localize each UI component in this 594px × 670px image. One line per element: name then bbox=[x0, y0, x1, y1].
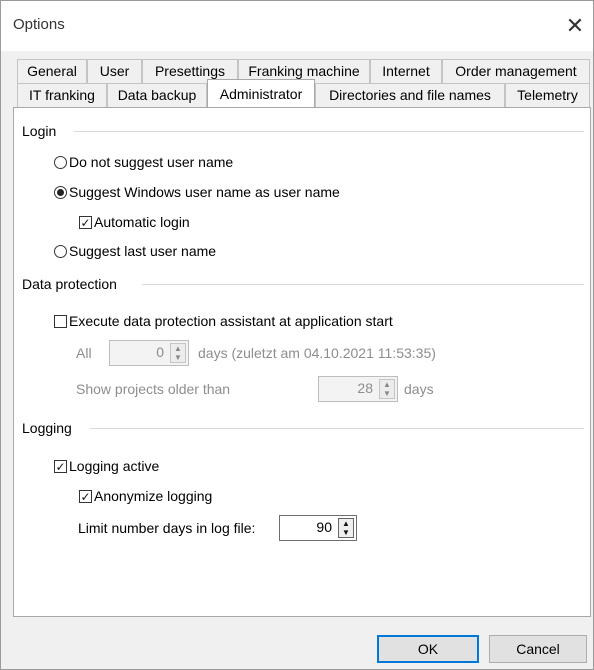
ok-button[interactable]: OK bbox=[377, 635, 479, 663]
radio-icon bbox=[54, 244, 67, 258]
all-label: All bbox=[76, 345, 92, 361]
tab-general[interactable]: General bbox=[17, 59, 87, 83]
login-divider bbox=[74, 131, 584, 132]
checkbox-automatic-login[interactable]: Automatic login bbox=[79, 214, 190, 230]
radio-do-not-suggest[interactable]: Do not suggest user name bbox=[54, 154, 233, 170]
close-icon[interactable]: ✕ bbox=[561, 12, 589, 40]
radio-label: Do not suggest user name bbox=[69, 154, 234, 170]
radio-suggest-last-user[interactable]: Suggest last user name bbox=[54, 243, 216, 259]
tab-it-franking[interactable]: IT franking bbox=[17, 83, 107, 107]
checkbox-data-protection-assistant[interactable]: Execute data protection assistant at app… bbox=[54, 313, 393, 329]
log-days-label: Limit number days in log file: bbox=[78, 520, 256, 536]
tab-directories-and-file-names[interactable]: Directories and file names bbox=[315, 83, 505, 107]
tab-data-backup[interactable]: Data backup bbox=[107, 83, 207, 107]
checkbox-icon bbox=[54, 314, 67, 328]
tab-telemetry[interactable]: Telemetry bbox=[505, 83, 590, 107]
window-title: Options bbox=[13, 16, 65, 33]
checkbox-logging-active[interactable]: Logging active bbox=[54, 458, 159, 474]
radio-suggest-windows-user[interactable]: Suggest Windows user name as user name bbox=[54, 184, 340, 200]
log-days-value: 90 bbox=[316, 519, 332, 535]
tab-internet[interactable]: Internet bbox=[370, 59, 442, 83]
checkbox-label: Execute data protection assistant at app… bbox=[69, 313, 393, 329]
tab-row-2: IT franking Data backup Administrator Di… bbox=[1, 79, 593, 107]
checkbox-checked-icon bbox=[54, 459, 67, 473]
all-days-stepper[interactable]: 0 ▲ ▼ bbox=[109, 340, 189, 366]
checkbox-label: Automatic login bbox=[94, 214, 190, 230]
days-note: days (zuletzt am 04.10.2021 11:53:35) bbox=[198, 345, 436, 361]
tab-user[interactable]: User bbox=[87, 59, 142, 83]
all-days-value: 0 bbox=[156, 344, 164, 360]
stepper-arrows-icon[interactable]: ▲ ▼ bbox=[170, 343, 186, 363]
older-than-unit: days bbox=[404, 381, 434, 397]
logging-divider bbox=[90, 428, 584, 429]
stepper-arrows-icon[interactable]: ▲ ▼ bbox=[379, 379, 395, 399]
radio-label: Suggest last user name bbox=[69, 243, 217, 259]
logging-group-title: Logging bbox=[22, 420, 78, 436]
radio-label: Suggest Windows user name as user name bbox=[69, 184, 340, 200]
tab-order-management[interactable]: Order management bbox=[442, 59, 590, 83]
options-dialog: Options ✕ General User Presettings Frank… bbox=[0, 0, 594, 670]
tab-panel-administrator: Login Do not suggest user name Suggest W… bbox=[13, 107, 591, 617]
checkbox-label: Anonymize logging bbox=[94, 488, 213, 504]
login-group-title: Login bbox=[22, 123, 63, 139]
data-protection-group-title: Data protection bbox=[22, 276, 123, 292]
older-than-stepper[interactable]: 28 ▲ ▼ bbox=[318, 376, 398, 402]
older-than-value: 28 bbox=[357, 380, 373, 396]
radio-selected-icon bbox=[54, 185, 67, 199]
title-bar: Options ✕ bbox=[1, 1, 593, 51]
checkbox-checked-icon bbox=[79, 489, 92, 503]
log-days-stepper[interactable]: 90 ▲ ▼ bbox=[279, 515, 357, 541]
checkbox-label: Logging active bbox=[69, 458, 160, 474]
checkbox-anonymize-logging[interactable]: Anonymize logging bbox=[79, 488, 212, 504]
checkbox-checked-icon bbox=[79, 215, 92, 229]
data-protection-divider bbox=[142, 284, 584, 285]
tab-administrator[interactable]: Administrator bbox=[207, 79, 315, 107]
cancel-button[interactable]: Cancel bbox=[489, 635, 587, 663]
radio-icon bbox=[54, 155, 67, 169]
older-than-label: Show projects older than bbox=[76, 381, 231, 397]
stepper-arrows-icon[interactable]: ▲ ▼ bbox=[338, 518, 354, 538]
